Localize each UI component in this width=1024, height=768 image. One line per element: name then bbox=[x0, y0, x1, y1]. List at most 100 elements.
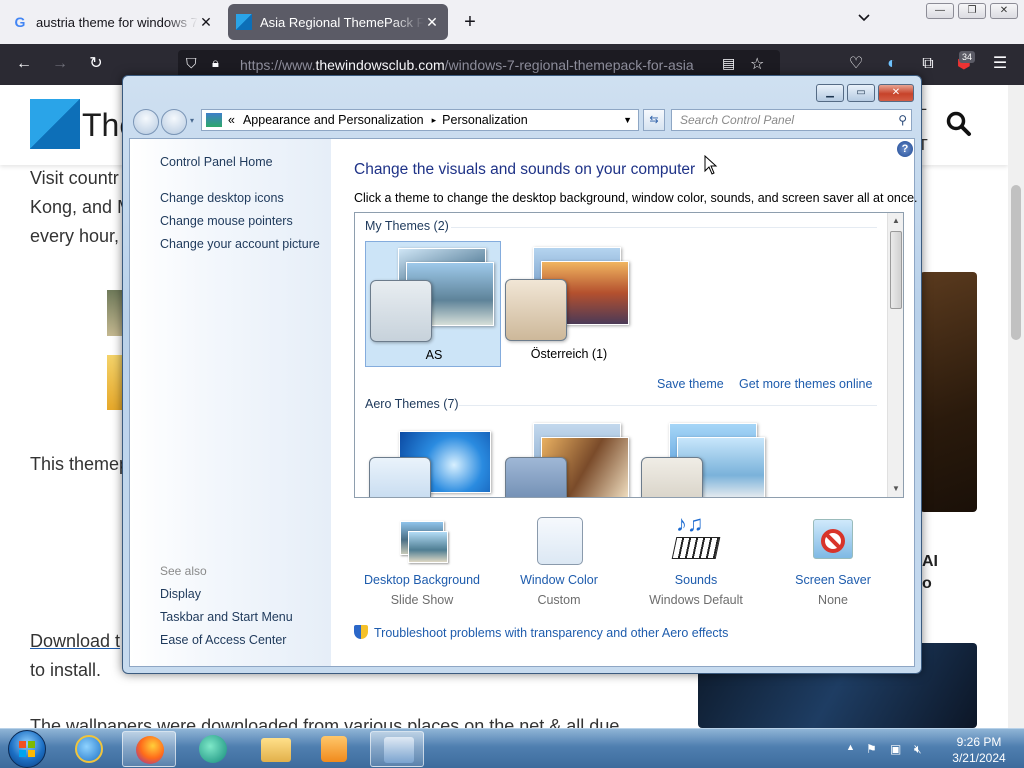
address-dropdown-icon[interactable]: ▼ bbox=[623, 115, 632, 125]
my-themes-header[interactable]: My Themes (2) bbox=[365, 219, 449, 233]
taskbar-chat-app[interactable] bbox=[186, 731, 240, 767]
site-search-icon[interactable] bbox=[946, 111, 972, 144]
taskbar-internet-explorer[interactable] bbox=[62, 731, 116, 767]
breadcrumb-appearance[interactable]: Appearance and Personalization bbox=[243, 113, 424, 127]
cp-back-icon[interactable] bbox=[133, 109, 159, 135]
cp-refresh-icon[interactable]: ⇆ bbox=[643, 109, 665, 131]
theme-window-color-icon bbox=[369, 457, 431, 497]
get-more-themes-link[interactable]: Get more themes online bbox=[739, 377, 872, 391]
volume-muted-icon[interactable]: 🔇︎ bbox=[914, 742, 922, 757]
clock[interactable]: 9:26 PM 3/21/2024 bbox=[944, 734, 1014, 766]
bookmark-star-icon[interactable]: ☆ bbox=[750, 54, 764, 74]
sounds-keyboard-icon: ♪♫ bbox=[670, 511, 722, 565]
page-title: Change the visuals and sounds on your co… bbox=[354, 161, 696, 178]
troubleshoot-text[interactable]: Troubleshoot problems with transparency … bbox=[374, 626, 728, 640]
taskbar-firefox[interactable] bbox=[122, 731, 176, 767]
breadcrumb-chevrons[interactable]: « bbox=[228, 113, 235, 127]
pocket-icon[interactable]: ♡ bbox=[844, 52, 868, 76]
display-link[interactable]: Display bbox=[160, 587, 201, 601]
network-icon[interactable]: ▣ bbox=[890, 742, 901, 756]
taskbar-media-player[interactable] bbox=[308, 731, 362, 767]
close-tab-icon[interactable]: ✕ bbox=[198, 14, 214, 31]
ease-of-access-link[interactable]: Ease of Access Center bbox=[160, 633, 286, 647]
reader-view-icon[interactable]: ▤ bbox=[722, 55, 735, 72]
theme-item-characters[interactable] bbox=[637, 417, 773, 497]
theme-list-scrollbar[interactable]: ▲ ▼ bbox=[887, 213, 903, 497]
breadcrumb[interactable]: « Appearance and Personalization ▸ Perso… bbox=[201, 109, 639, 131]
tab-google-search[interactable]: G austria theme for windows 7 - Google S… bbox=[4, 4, 222, 40]
lion-ad-image[interactable] bbox=[920, 272, 977, 512]
troubleshoot-link[interactable]: Troubleshoot problems with transparency … bbox=[354, 625, 728, 640]
browser-minimize-button[interactable]: — bbox=[926, 3, 954, 19]
close-tab-icon[interactable]: ✕ bbox=[424, 14, 440, 31]
folder-icon bbox=[261, 738, 291, 762]
shield-icon[interactable]: ⛉ bbox=[186, 55, 197, 72]
recent-pages-icon[interactable]: ▾ bbox=[190, 116, 194, 125]
internet-explorer-icon bbox=[75, 735, 103, 763]
scroll-up-icon[interactable]: ▲ bbox=[888, 213, 903, 229]
forward-arrow-icon[interactable]: → bbox=[48, 52, 72, 76]
cp-search-input[interactable]: Search Control Panel ⚲ bbox=[671, 109, 912, 131]
scroll-down-icon[interactable]: ▼ bbox=[888, 481, 903, 497]
theme-name: Österreich (1) bbox=[530, 347, 608, 361]
change-account-picture-link[interactable]: Change your account picture bbox=[160, 237, 320, 251]
page-scrollbar[interactable] bbox=[1008, 85, 1024, 728]
breadcrumb-separator-icon[interactable]: ▸ bbox=[432, 115, 437, 126]
thewindowsclub-icon bbox=[236, 14, 252, 30]
theme-item-osterreich[interactable]: Österreich (1) bbox=[501, 241, 637, 367]
theme-item-windows-7[interactable] bbox=[365, 417, 501, 497]
menu-hamburger-icon[interactable]: ☰ bbox=[988, 52, 1012, 76]
theme-window-color-icon bbox=[370, 280, 432, 342]
taskbar-control-panel[interactable] bbox=[370, 731, 424, 767]
article-text: Kong, and M bbox=[30, 197, 133, 217]
search-icon[interactable]: ⚲ bbox=[898, 110, 907, 130]
list-all-tabs-button[interactable] bbox=[852, 10, 876, 34]
site-logo-icon[interactable] bbox=[30, 99, 80, 149]
tab-asia-themepack[interactable]: Asia Regional ThemePack For Windows 7 ✕ bbox=[228, 4, 448, 40]
cp-maximize-button[interactable]: ▭ bbox=[847, 84, 875, 102]
setting-label[interactable]: Sounds bbox=[631, 573, 761, 587]
theme-list[interactable]: My Themes (2) AS Österreich (1) Save the… bbox=[354, 212, 904, 498]
cp-close-button[interactable]: ✕ bbox=[878, 84, 914, 102]
reload-icon[interactable]: ↻ bbox=[84, 52, 108, 76]
theme-window-color-icon bbox=[505, 457, 567, 497]
download-link[interactable]: Download t bbox=[30, 627, 120, 656]
new-tab-button[interactable]: + bbox=[458, 10, 482, 34]
scrollbar-thumb[interactable] bbox=[890, 231, 902, 309]
start-button[interactable] bbox=[8, 730, 46, 768]
setting-label[interactable]: Window Color bbox=[494, 573, 624, 587]
browser-restore-button[interactable]: ❐ bbox=[958, 3, 986, 19]
tab-title: austria theme for windows 7 - Google Sea… bbox=[36, 14, 198, 30]
screen-saver-icon bbox=[807, 517, 859, 565]
url-text[interactable]: https://www.thewindowsclub.com/windows-7… bbox=[240, 57, 694, 73]
extension-circle-icon[interactable]: ◐ bbox=[880, 52, 904, 76]
help-icon[interactable]: ? bbox=[897, 141, 913, 157]
firefox-icon bbox=[136, 736, 164, 764]
extensions-puzzle-icon[interactable]: ⧉ bbox=[916, 52, 940, 76]
control-panel-home-link[interactable]: Control Panel Home bbox=[160, 155, 273, 169]
theme-item-architecture[interactable] bbox=[501, 417, 637, 497]
cp-forward-icon[interactable] bbox=[161, 109, 187, 135]
taskbar-file-explorer[interactable] bbox=[248, 731, 302, 767]
aero-themes-header[interactable]: Aero Themes (7) bbox=[365, 397, 459, 411]
change-desktop-icons-link[interactable]: Change desktop icons bbox=[160, 191, 284, 205]
action-center-flag-icon[interactable]: ⚑ bbox=[866, 742, 877, 756]
change-mouse-pointers-link[interactable]: Change mouse pointers bbox=[160, 214, 293, 228]
show-hidden-icons-icon[interactable]: ▲ bbox=[846, 742, 855, 752]
browser-close-button[interactable]: ✕ bbox=[990, 3, 1018, 19]
article-text: This themep bbox=[30, 454, 130, 474]
breadcrumb-personalization[interactable]: Personalization bbox=[442, 113, 527, 127]
scrollbar-thumb[interactable] bbox=[1011, 185, 1021, 340]
back-arrow-icon[interactable]: ← bbox=[12, 52, 36, 76]
clock-date: 3/21/2024 bbox=[952, 751, 1006, 765]
control-panel-icon bbox=[206, 113, 222, 127]
lock-icon[interactable]: 🔒︎ bbox=[212, 55, 219, 71]
cp-minimize-button[interactable]: ▁ bbox=[816, 84, 844, 102]
theme-item-as[interactable]: AS bbox=[365, 241, 501, 367]
system-tray: ▲ ⚑ ▣ 🔇︎ 9:26 PM 3/21/2024 bbox=[842, 729, 1024, 768]
setting-label[interactable]: Desktop Background bbox=[357, 573, 487, 587]
save-theme-link[interactable]: Save theme bbox=[657, 377, 724, 391]
setting-label[interactable]: Screen Saver bbox=[768, 573, 898, 587]
taskbar-start-menu-link[interactable]: Taskbar and Start Menu bbox=[160, 610, 293, 624]
group-divider bbox=[459, 405, 877, 406]
